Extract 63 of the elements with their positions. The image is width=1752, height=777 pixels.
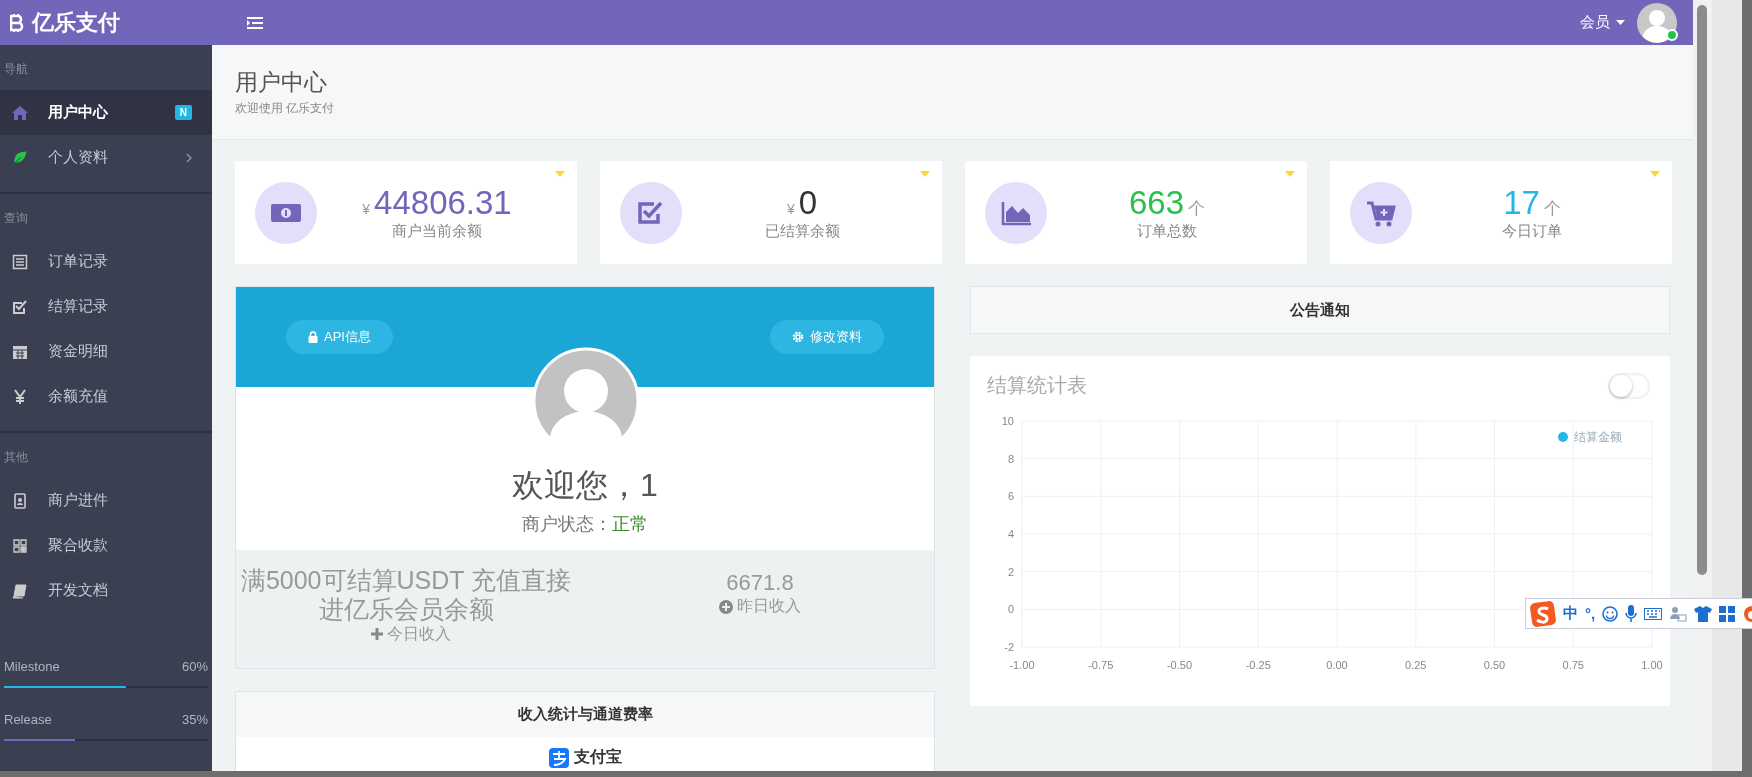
stat-value: 44806.31 [374, 184, 512, 222]
nav-item[interactable]: 聚合收款 [0, 523, 212, 568]
section-heading: 导航 [3, 61, 29, 78]
axis-label: 0.75 [1562, 659, 1584, 671]
axis-label: 6 [1007, 490, 1014, 503]
channel-name: 支付宝 [573, 747, 622, 767]
axis-label: 10 [1001, 415, 1014, 427]
status-label: 商户状态： [522, 514, 612, 534]
axis-label: 2 [1007, 565, 1014, 578]
page-title: 用户中心 [235, 68, 328, 97]
page-subtitle: 欢迎使用 亿乐支付 [235, 101, 335, 115]
axis-label: -0.25 [1245, 659, 1271, 671]
nav-item[interactable]: 结算记录 [0, 284, 212, 329]
axis-label: -0.50 [1166, 659, 1193, 671]
nav-item[interactable]: 余额充值 [0, 374, 212, 419]
new-badge: N [174, 105, 192, 120]
nav-item[interactable]: 开发文档 [0, 568, 212, 613]
axis-label: 0.00 [1326, 659, 1348, 671]
progress-value: 60% [181, 659, 208, 674]
yesterday-income-value: 6671.8 [726, 570, 794, 596]
stat-label: 今日订单 [1502, 222, 1562, 241]
greeting: 欢迎您，1 [512, 466, 658, 505]
recharge-note: 满5000可结算USDT 充值直接进亿乐会员余额 [239, 566, 573, 624]
nav-item[interactable]: 商户进件 [0, 478, 212, 523]
currency-sign: ¥ [786, 201, 795, 217]
ime-mode[interactable]: 中 [1563, 604, 1578, 623]
yesterday-income-label: 昨日收入 [737, 596, 801, 616]
today-income-label: 今日收入 [387, 623, 451, 644]
currency-sign: ¥ [362, 201, 371, 217]
axis-label: -2 [1004, 641, 1014, 653]
axis-label: 0 [1007, 603, 1014, 616]
axis-label: 1.00 [1641, 659, 1663, 671]
card-title: 公告通知 [1290, 300, 1350, 320]
stat-unit: 个 [1188, 198, 1206, 220]
chart-title: 结算统计表 [987, 373, 1087, 398]
ime-punctuation[interactable]: °, [1585, 605, 1596, 622]
progress-label: Milestone [4, 659, 60, 674]
nav-item[interactable]: 资金明细 [0, 329, 212, 374]
nav-item[interactable]: 用户中心 N [0, 90, 212, 135]
axis-label: 0.25 [1405, 659, 1427, 671]
stat-unit: 个 [1543, 198, 1561, 220]
section-heading: 其他 [3, 449, 29, 466]
stat-label: 已结算余额 [764, 222, 840, 241]
card-title: 收入统计与通道费率 [517, 705, 653, 724]
stat-label: 商户当前余额 [392, 222, 482, 241]
legend-label: 结算金额 [1574, 430, 1622, 444]
stat-value: 0 [798, 184, 818, 222]
axis-label: 8 [1007, 452, 1014, 465]
stat-value: 17 [1503, 184, 1540, 222]
stat-label: 订单总数 [1137, 222, 1197, 241]
nav-item[interactable]: 个人资料 [0, 135, 212, 180]
progress-value: 35% [181, 712, 208, 727]
axis-label: -0.75 [1088, 659, 1114, 671]
stat-value: 663 [1128, 184, 1185, 222]
axis-label: 0.50 [1483, 659, 1506, 671]
brand-title: 亿乐支付 [32, 8, 120, 37]
progress-label: Release [4, 712, 52, 727]
section-heading: 查询 [3, 210, 29, 227]
user-menu[interactable]: 会员 [1580, 13, 1625, 32]
status-value: 正常 [612, 514, 648, 534]
axis-label: -1.00 [1009, 659, 1035, 671]
axis-label: 4 [1007, 528, 1014, 540]
nav-item[interactable]: 订单记录 [0, 239, 212, 284]
